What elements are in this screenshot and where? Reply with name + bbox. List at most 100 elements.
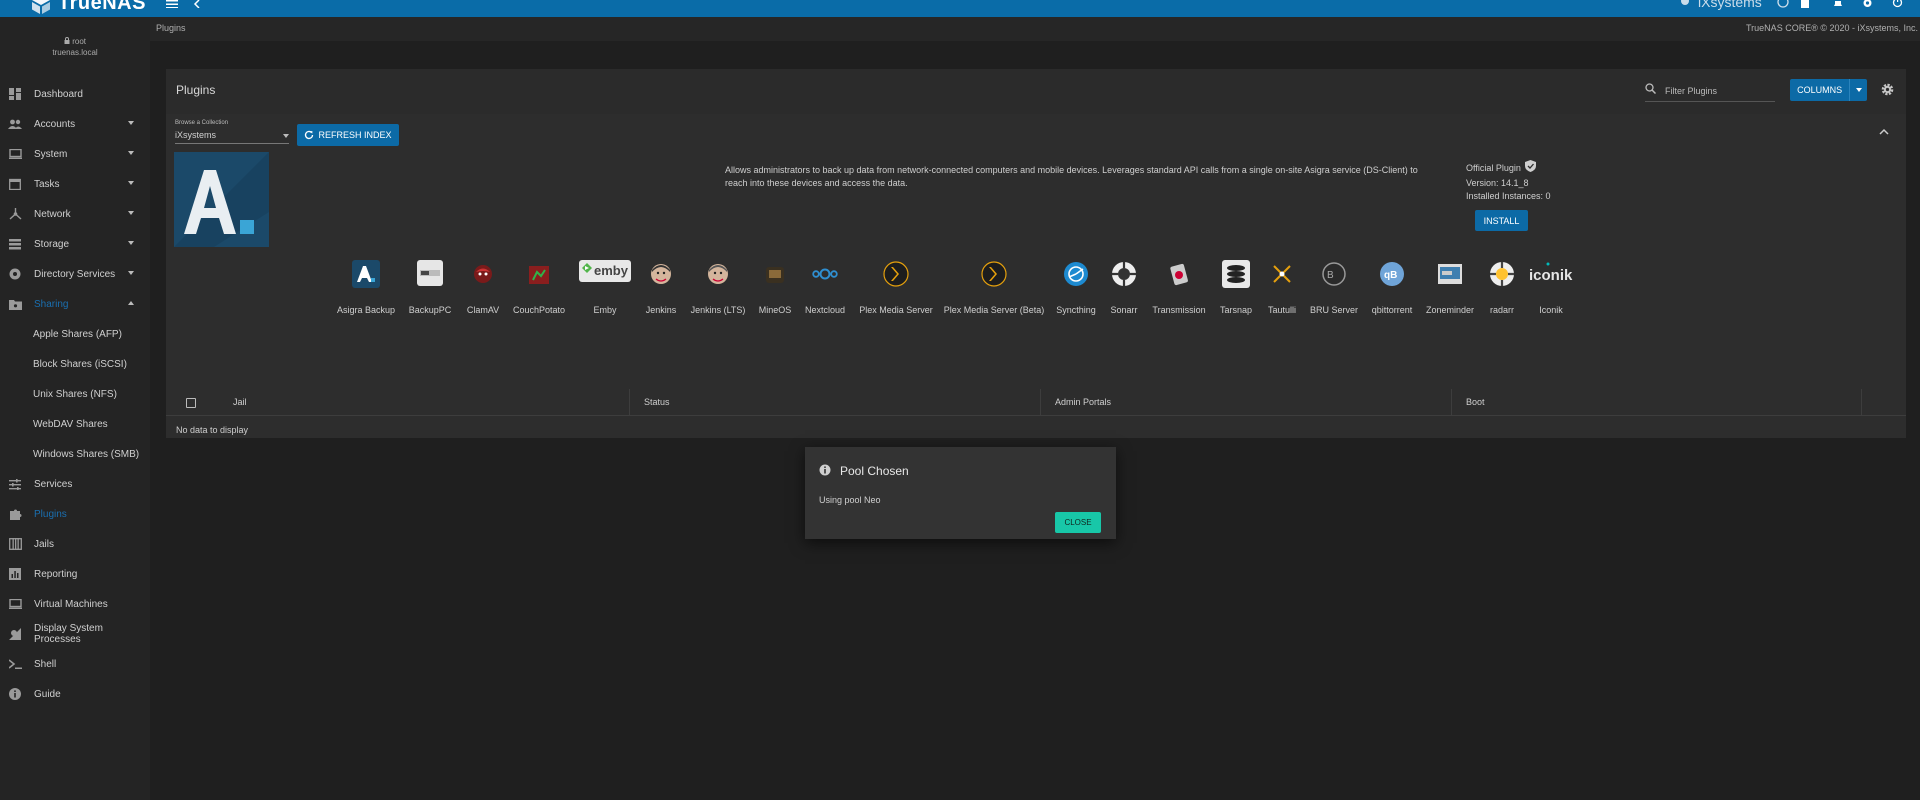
columns-button[interactable]: COLUMNS [1790, 79, 1867, 101]
plugin-name: Iconik [1539, 305, 1563, 315]
plugin-tile-mineos[interactable]: MineOS [754, 260, 796, 320]
sidebar-item-display-system-processes[interactable]: Display System Processes [0, 623, 150, 645]
sidebar-item-tasks[interactable]: Tasks [0, 173, 150, 195]
plugin-tile-asigra[interactable]: Asigra Backup [332, 260, 400, 320]
sidebar-item-dashboard[interactable]: Dashboard [0, 83, 150, 105]
jenkins-lts-icon [704, 260, 732, 288]
svg-text:B: B [1327, 270, 1334, 281]
collection-select[interactable]: iXsystems [175, 130, 289, 144]
plugin-details: Official Plugin Version: 14.1_8 Installe… [1466, 160, 1551, 204]
sidebar-item-reporting[interactable]: Reporting [0, 563, 150, 585]
sidebar-item-webdav[interactable]: WebDAV Shares [0, 413, 150, 435]
plugin-tile-clamav[interactable]: ClamAV [459, 260, 507, 320]
truenas-logo[interactable]: TrueNAS [30, 0, 146, 15]
sidebar-item-smb[interactable]: Windows Shares (SMB) [0, 443, 150, 465]
plugin-tile-iconik[interactable]: iconik Iconik [1526, 260, 1576, 320]
plugins-card-header: Plugins COLUMNS [166, 69, 1906, 114]
sidebar-item-label: Plugins [34, 508, 67, 520]
sidebar-item-directory-services[interactable]: Directory Services [0, 263, 150, 285]
plugin-name: MineOS [758, 305, 792, 315]
breadcrumb-bar: Plugins TrueNAS CORE® © 2020 - iXsystems… [150, 17, 1920, 41]
sidebar-item-label: Virtual Machines [34, 598, 108, 610]
plugin-tile-radarr[interactable]: radarr [1482, 260, 1522, 320]
sidebar-item-jails[interactable]: Jails [0, 533, 150, 555]
sidebar-item-guide[interactable]: Guide [0, 683, 150, 705]
plugin-tile-tautulli[interactable]: Tautulli [1262, 260, 1302, 320]
logo-text: TrueNAS [58, 0, 146, 14]
column-jail[interactable]: Jail [233, 389, 247, 415]
svg-text:iconik: iconik [1529, 267, 1573, 284]
plugin-tile-backuppc[interactable]: BackupPC [402, 260, 458, 320]
select-all-checkbox[interactable] [186, 398, 196, 408]
plugin-tile-jenkins-lts[interactable]: Jenkins (LTS) [688, 260, 748, 320]
plugin-tile-syncthing[interactable]: Syncthing [1052, 260, 1100, 320]
chevron-down-icon [283, 134, 289, 138]
plugin-version: Version: 14.1_8 [1466, 177, 1529, 188]
menu-icon[interactable] [166, 0, 178, 8]
plugin-tile-qbittorrent[interactable]: qB qbittorrent [1364, 260, 1420, 320]
sidebar-item-system[interactable]: System [0, 143, 150, 165]
chevron-down-icon[interactable] [1849, 79, 1867, 101]
sidebar-item-label: Services [34, 478, 73, 490]
close-button[interactable]: CLOSE [1055, 512, 1101, 533]
sidebar-item-sharing[interactable]: Sharing [0, 293, 150, 315]
plugin-tile-nextcloud[interactable]: Nextcloud [801, 260, 849, 320]
settings-gear-icon[interactable] [1862, 0, 1873, 8]
plugin-name: Nextcloud [804, 305, 846, 315]
column-divider [1040, 389, 1041, 415]
sidebar-item-accounts[interactable]: Accounts [0, 113, 150, 135]
plugin-tile-transmission[interactable]: Transmission [1148, 260, 1210, 320]
chevron-up-icon[interactable] [1879, 128, 1889, 139]
dialog-title: Pool Chosen [840, 464, 909, 478]
dialog-message: Using pool Neo [819, 495, 881, 505]
chevron-down-icon [128, 181, 134, 185]
storage-icon [8, 237, 22, 251]
backuppc-icon [417, 260, 443, 286]
sidebar-item-storage[interactable]: Storage [0, 233, 150, 255]
plugin-tile-plex-beta[interactable]: Plex Media Server (Beta) [942, 260, 1046, 320]
column-admin-portals[interactable]: Admin Portals [1055, 389, 1111, 415]
svg-text:qB: qB [1384, 270, 1397, 281]
sidebar-item-nfs[interactable]: Unix Shares (NFS) [0, 383, 150, 405]
plugin-name: Jenkins (LTS) [690, 305, 746, 315]
back-icon[interactable] [193, 0, 201, 8]
alert-bell-icon[interactable] [1833, 0, 1843, 8]
sidebar-item-virtual-machines[interactable]: Virtual Machines [0, 593, 150, 615]
install-button[interactable]: INSTALL [1475, 210, 1528, 231]
plex-beta-icon [980, 260, 1008, 288]
sidebar-item-shell[interactable]: Shell [0, 653, 150, 675]
sidebar-item-services[interactable]: Services [0, 473, 150, 495]
column-status[interactable]: Status [644, 389, 670, 415]
sidebar: root truenas.local Dashboard Accounts Sy… [0, 17, 150, 800]
directory-services-icon [8, 267, 22, 281]
plugin-name: Plex Media Server [859, 305, 933, 315]
filter-plugins-input[interactable] [1663, 82, 1775, 100]
plugin-tile-plex[interactable]: Plex Media Server [856, 260, 936, 320]
plugin-tile-emby[interactable]: emby Emby [574, 260, 636, 320]
refresh-index-button[interactable]: REFRESH INDEX [297, 124, 399, 146]
plugin-tile-sonarr[interactable]: Sonarr [1104, 260, 1144, 320]
plugin-name: Emby [593, 305, 617, 315]
sidebar-item-afp[interactable]: Apple Shares (AFP) [0, 323, 150, 345]
nextcloud-icon [811, 260, 839, 288]
sidebar-item-network[interactable]: Network [0, 203, 150, 225]
sidebar-item-iscsi[interactable]: Block Shares (iSCSI) [0, 353, 150, 375]
plugin-tile-couchpotato[interactable]: CouchPotato [508, 260, 570, 320]
plugin-tile-jenkins[interactable]: Jenkins [640, 260, 682, 320]
plugin-name: Tarsnap [1219, 305, 1253, 315]
sidebar-item-plugins[interactable]: Plugins [0, 503, 150, 525]
plugin-tile-tarsnap[interactable]: Tarsnap [1216, 260, 1256, 320]
power-icon[interactable] [1892, 0, 1903, 8]
breadcrumb[interactable]: Plugins [156, 23, 186, 33]
sidebar-item-label: Shell [34, 658, 57, 670]
gear-icon[interactable] [1881, 83, 1894, 99]
column-divider [1451, 389, 1452, 415]
sidebar-item-label: Unix Shares (NFS) [33, 388, 117, 400]
plugin-name: BRU Server [1309, 305, 1358, 315]
truecommand-icon[interactable] [1777, 0, 1789, 8]
plugin-tile-zoneminder[interactable]: Zoneminder [1424, 260, 1476, 320]
directory-services-icon[interactable] [1800, 0, 1810, 8]
plugin-tile-bru-server[interactable]: B BRU Server [1308, 260, 1360, 320]
column-boot[interactable]: Boot [1466, 389, 1485, 415]
user-name: root [0, 37, 150, 46]
